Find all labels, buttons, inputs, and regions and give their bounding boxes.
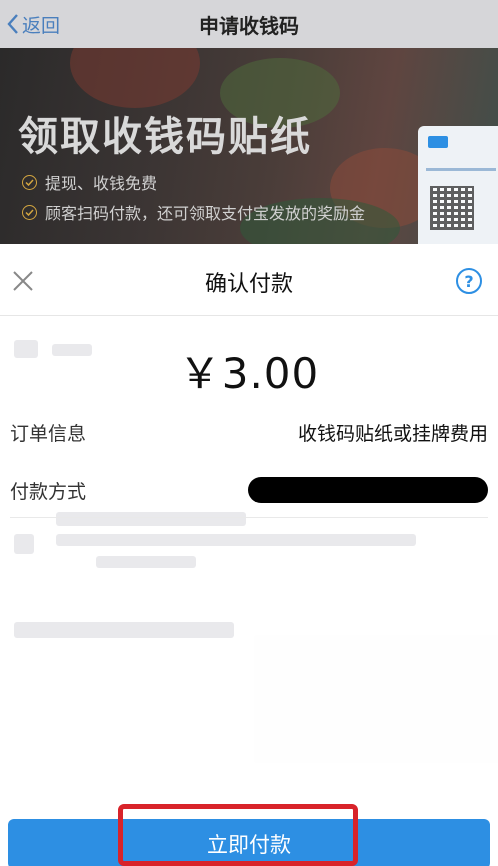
page-title: 申请收钱码 <box>199 13 299 38</box>
pay-now-button[interactable]: 立即付款 <box>8 819 490 866</box>
check-circle-icon <box>22 204 37 220</box>
order-info-value: 收钱码贴纸或挂牌费用 <box>297 422 488 445</box>
help-icon: ? <box>464 271 474 291</box>
order-info-row: 订单信息 收钱码贴纸或挂牌费用 <box>10 412 488 452</box>
chevron-left-icon <box>6 13 20 35</box>
order-info-label: 订单信息 <box>10 422 87 445</box>
back-button[interactable]: 返回 <box>6 8 60 40</box>
banner-title: 领取收钱码贴纸 <box>18 114 312 160</box>
help-button[interactable]: ? <box>456 268 482 294</box>
pay-now-label: 立即付款 <box>207 833 291 857</box>
banner-benefit-1: 提现、收钱免费 <box>22 170 157 194</box>
nav-bar: 返回 申请收钱码 <box>0 0 498 48</box>
banner-benefit-2-text: 顾客扫码付款，还可领取支付宝发放的奖励金 <box>45 204 366 223</box>
redacted-payment-method <box>248 477 488 503</box>
banner-benefit-2: 顾客扫码付款，还可领取支付宝发放的奖励金 <box>22 200 365 224</box>
qr-code-icon <box>430 186 474 230</box>
payment-method-row[interactable]: 付款方式 <box>10 470 488 510</box>
qr-stand-image <box>418 126 498 244</box>
payment-method-label: 付款方式 <box>10 480 87 503</box>
banner-benefit-1-text: 提现、收钱免费 <box>45 174 158 193</box>
promo-banner: 领取收钱码贴纸 提现、收钱免费 顾客扫码付款，还可领取支付宝发放的奖励金 <box>0 48 498 244</box>
payment-amount: ￥3.00 <box>178 349 320 398</box>
divider <box>10 517 488 518</box>
check-circle-icon <box>22 174 37 190</box>
sheet-title: 确认付款 <box>204 272 293 297</box>
confirm-payment-sheet: 确认付款 ? ￥3.00 订单信息 收钱码贴纸或挂牌费用 付款方式 立即付款 <box>0 244 498 866</box>
sheet-header: 确认付款 ? <box>0 244 498 316</box>
back-label: 返回 <box>22 14 61 37</box>
